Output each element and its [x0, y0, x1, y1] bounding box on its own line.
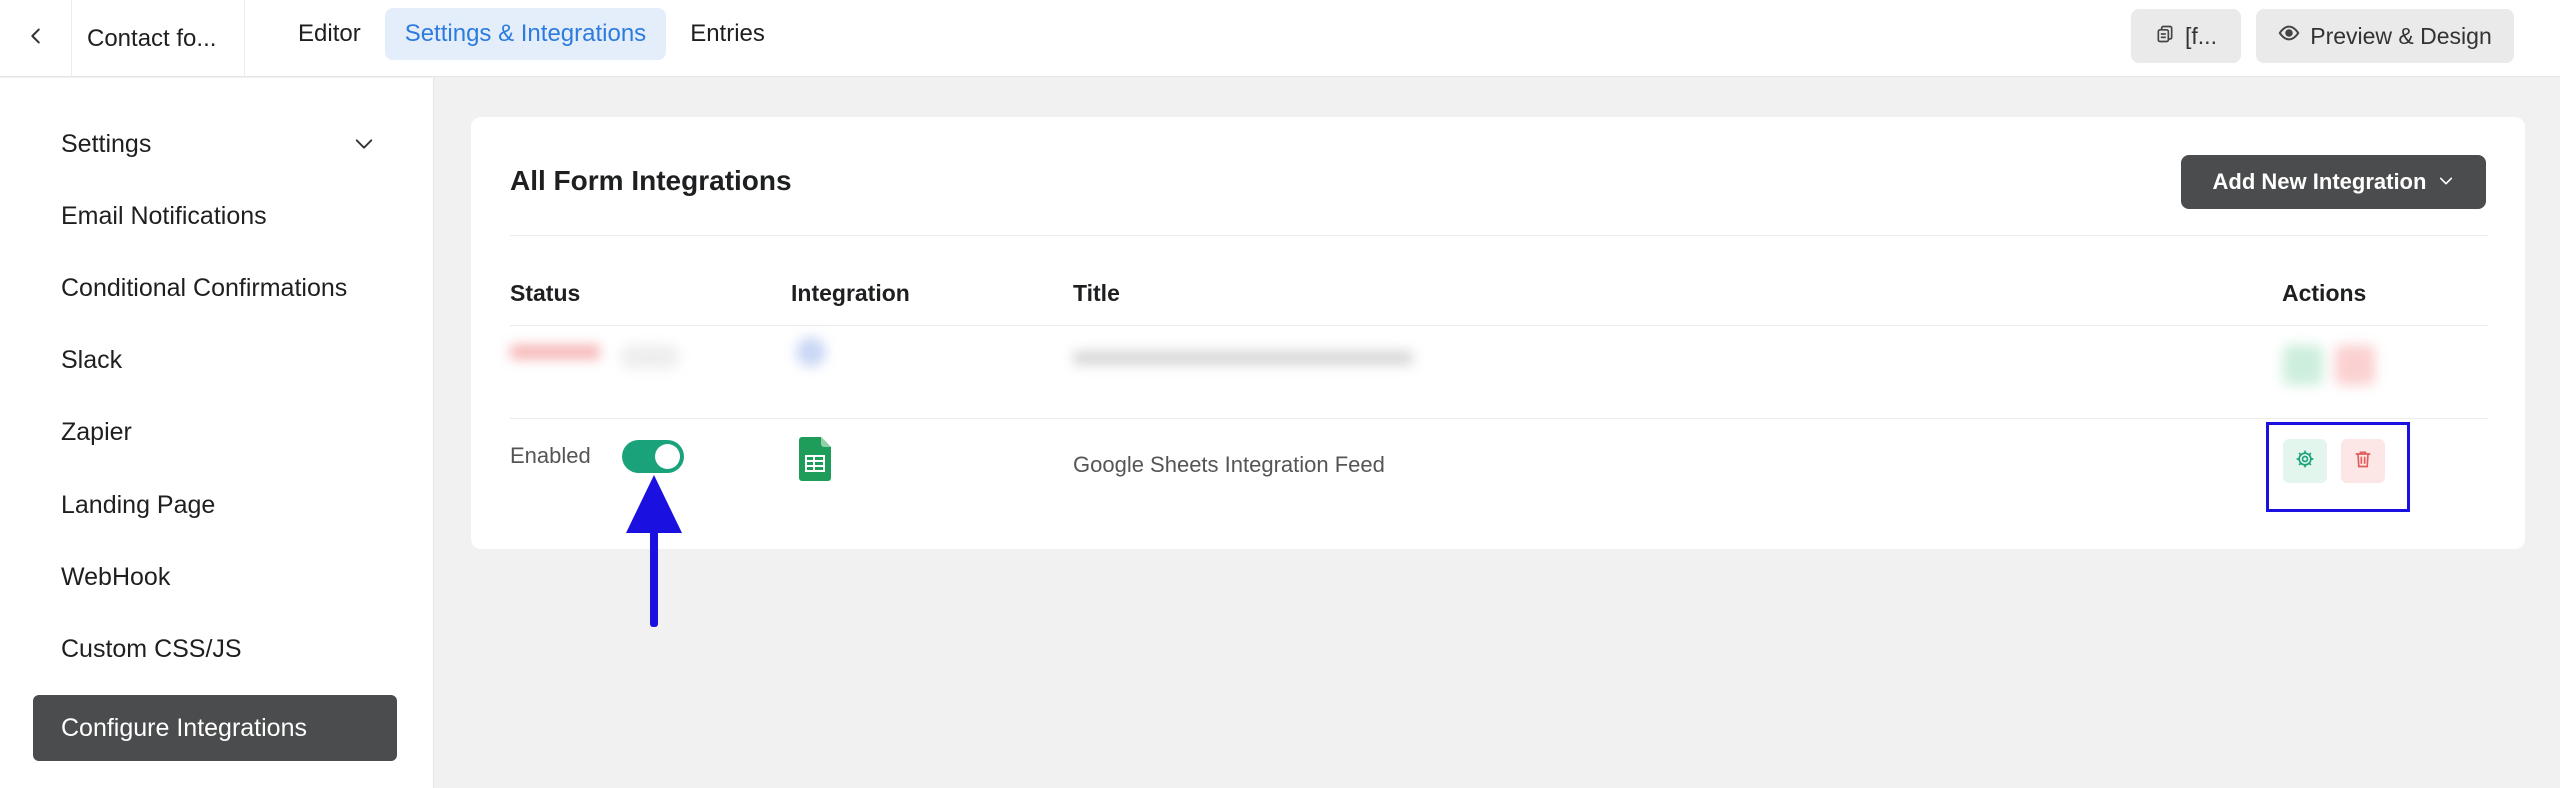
- sidebar-item-label: Email Notifications: [61, 201, 267, 230]
- column-header-title: Title: [1073, 280, 1120, 306]
- tab-bar: Editor Settings & Integrations Entries: [278, 8, 789, 60]
- status-text: Enabled: [510, 443, 591, 468]
- sidebar-item-webhook[interactable]: WebHook: [33, 544, 397, 610]
- back-button[interactable]: [0, 0, 72, 77]
- sidebar-item-landing-page[interactable]: Landing Page: [33, 472, 397, 538]
- sidebar-item-zapier[interactable]: Zapier: [33, 399, 397, 465]
- preview-label: Preview & Design: [2310, 22, 2492, 49]
- sidebar-item-label: Conditional Confirmations: [61, 273, 348, 302]
- sidebar-item-label: Custom CSS/JS: [61, 634, 242, 663]
- integration-title: Google Sheets Integration Feed: [1073, 452, 1385, 477]
- tab-editor[interactable]: Editor: [278, 8, 381, 60]
- integrations-card: All Form Integrations Add New Integratio…: [471, 117, 2525, 549]
- form-title[interactable]: Contact fo...: [72, 0, 245, 77]
- copy-icon: [2155, 23, 2185, 50]
- sidebar-item-slack[interactable]: Slack: [33, 327, 397, 393]
- sidebar-item-configure-integrations[interactable]: Configure Integrations: [33, 695, 397, 761]
- shortcode-label: [f...: [2185, 22, 2217, 49]
- eye-icon: [2278, 22, 2310, 50]
- settings-sidebar: Settings Email Notifications Conditional…: [0, 78, 434, 788]
- chevron-left-icon: [25, 25, 47, 52]
- top-bar: Contact fo... Editor Settings & Integrat…: [0, 0, 2560, 77]
- column-header-integration: Integration: [791, 280, 910, 306]
- sidebar-item-settings[interactable]: Settings: [33, 111, 397, 177]
- sidebar-item-label: Slack: [61, 345, 123, 374]
- annotation-arrow-icon: [626, 475, 682, 627]
- add-integration-label: Add New Integration: [2212, 169, 2427, 194]
- sidebar-item-label: WebHook: [61, 562, 171, 591]
- sidebar-item-label: Landing Page: [61, 490, 216, 519]
- column-header-status: Status: [510, 280, 581, 306]
- divider: [510, 325, 2488, 326]
- sidebar-item-conditional-confirmations[interactable]: Conditional Confirmations: [33, 255, 397, 321]
- divider: [510, 418, 2488, 419]
- chevron-down-icon: [2426, 169, 2454, 195]
- tab-settings-integrations[interactable]: Settings & Integrations: [384, 8, 667, 60]
- page-title: All Form Integrations: [510, 165, 792, 196]
- status-toggle[interactable]: [622, 440, 684, 473]
- sidebar-item-label: Settings: [61, 129, 152, 158]
- shortcode-button[interactable]: [f...: [2131, 9, 2241, 63]
- tab-entries[interactable]: Entries: [670, 8, 785, 60]
- sidebar-item-custom-css-js[interactable]: Custom CSS/JS: [33, 616, 397, 682]
- add-new-integration-button[interactable]: Add New Integration: [2181, 155, 2486, 209]
- sidebar-item-email-notifications[interactable]: Email Notifications: [33, 183, 397, 249]
- divider: [510, 235, 2488, 236]
- chevron-down-icon: [353, 133, 375, 155]
- column-header-actions: Actions: [2282, 280, 2367, 306]
- google-sheets-icon: [799, 437, 831, 481]
- redacted-table-row: [510, 327, 2488, 407]
- sidebar-item-label: Zapier: [61, 417, 132, 446]
- preview-design-button[interactable]: Preview & Design: [2256, 9, 2514, 63]
- annotation-highlight-box: [2266, 422, 2410, 512]
- sidebar-item-label: Configure Integrations: [61, 713, 307, 742]
